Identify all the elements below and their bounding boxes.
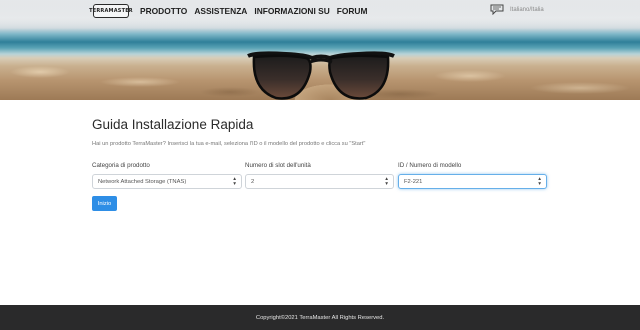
model-number-select[interactable]: F2-221 ▴ ▾: [398, 174, 547, 189]
terramaster-logo[interactable]: TERRAMASTER: [89, 4, 133, 18]
page-title: Guida Installazione Rapida: [92, 117, 254, 132]
slot-count-value: 2: [251, 179, 255, 185]
slot-count-label: Numero di slot dell'unità: [245, 162, 311, 169]
model-number-value: F2-221: [404, 179, 423, 185]
nav-prodotto[interactable]: PRODOTTO: [140, 6, 187, 16]
slot-count-select[interactable]: 2 ▴ ▾: [245, 174, 394, 189]
product-category-field: Categoria di prodotto Network Attached S…: [92, 162, 242, 189]
copyright-text: Copyright©2021 TerraMaster All Rights Re…: [255, 314, 385, 321]
footer: Copyright©2021 TerraMaster All Rights Re…: [0, 305, 640, 330]
language-selector[interactable]: Italiano/Italia: [490, 4, 544, 15]
language-label: Italiano/Italia: [510, 6, 544, 13]
model-number-label: ID / Numero di modello: [398, 162, 462, 169]
nav-informazioni-su[interactable]: INFORMAZIONI SU: [254, 6, 329, 16]
model-number-field: ID / Numero di modello F2-221 ▴ ▾: [398, 162, 548, 189]
nav-assistenza[interactable]: ASSISTENZA: [194, 6, 247, 16]
start-button[interactable]: Inizio: [92, 196, 117, 211]
sunglasses-image: [247, 51, 395, 100]
hero-banner: TERRAMASTER PRODOTTO ASSISTENZA INFORMAZ…: [0, 0, 640, 100]
select-arrows-icon: ▴ ▾: [233, 176, 236, 187]
nav-forum[interactable]: FORUM: [337, 6, 368, 16]
select-arrows-icon: ▴ ▾: [538, 176, 541, 187]
slot-count-field: Numero di slot dell'unità 2 ▴ ▾: [245, 162, 395, 189]
page-subtitle: Hai un prodotto TerraMaster? Inserisci l…: [92, 141, 366, 147]
select-arrows-icon: ▴ ▾: [385, 176, 388, 187]
product-category-value: Network Attached Storage (TNAS): [98, 179, 187, 185]
chat-bubble-icon: [490, 4, 504, 15]
main-nav: PRODOTTO ASSISTENZA INFORMAZIONI SU FORU…: [140, 6, 367, 16]
product-category-select[interactable]: Network Attached Storage (TNAS) ▴ ▾: [92, 174, 242, 189]
product-category-label: Categoria di prodotto: [92, 162, 150, 169]
